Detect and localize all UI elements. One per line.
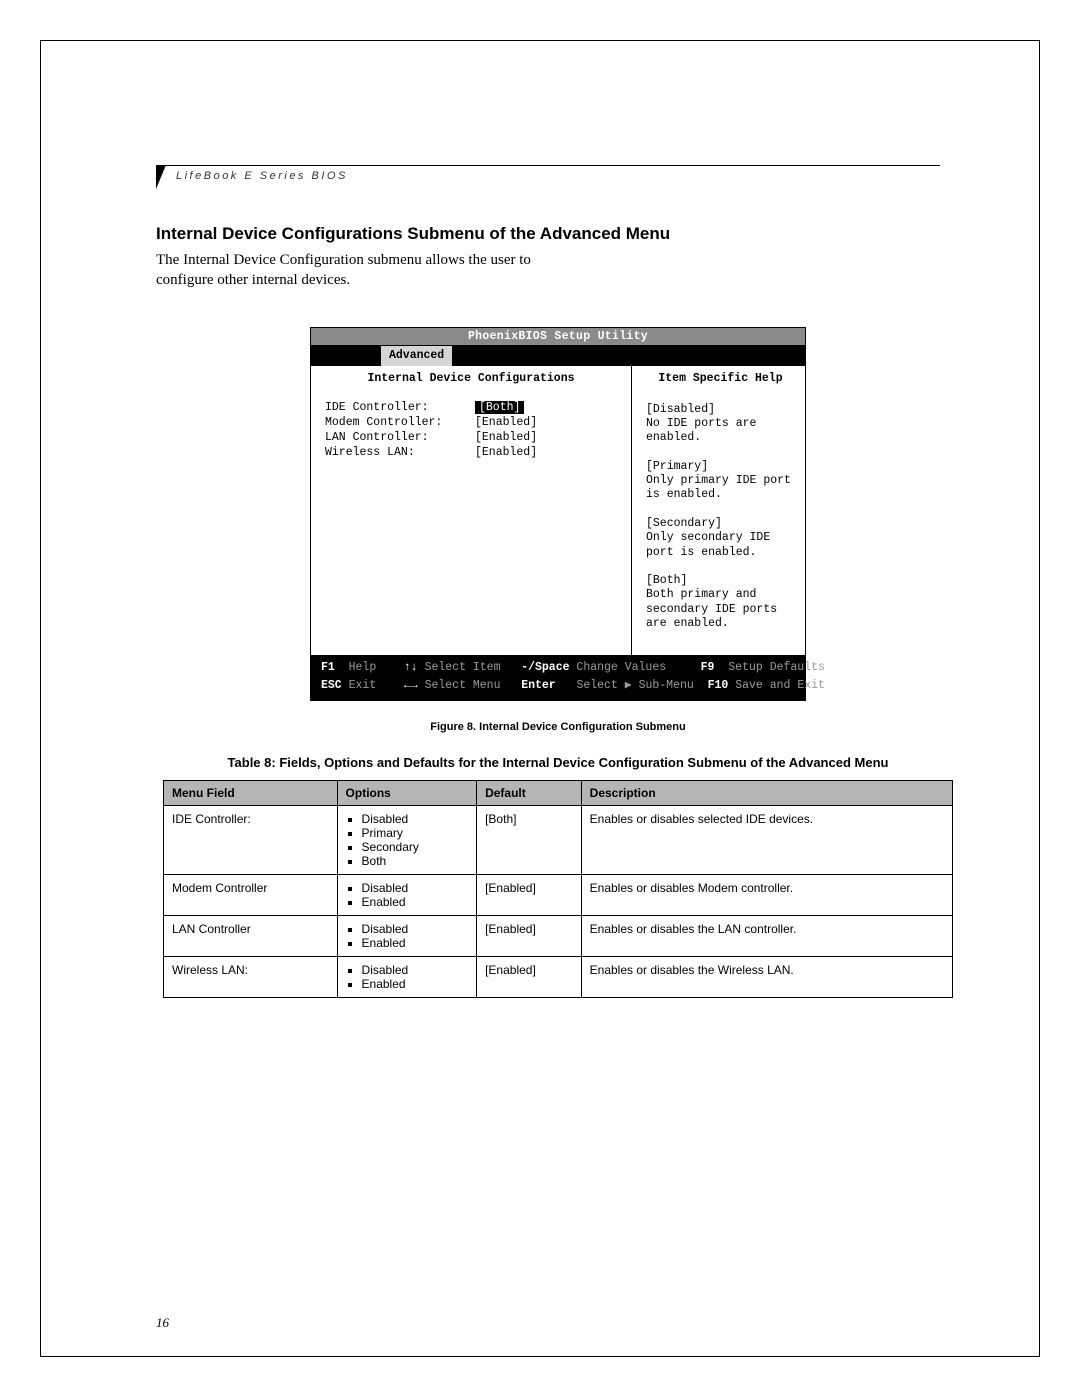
running-head: LifeBook E Series BIOS xyxy=(176,170,348,182)
bios-setting-label: Wireless LAN: xyxy=(325,446,475,459)
cell-default: [Both] xyxy=(477,805,582,874)
bios-help-title: Item Specific Help xyxy=(646,372,795,385)
page-number: 16 xyxy=(156,1315,169,1331)
table-header: Menu Field xyxy=(164,780,338,805)
bios-setting-row[interactable]: IDE Controller:[Both] xyxy=(325,401,621,414)
label-exit: Exit xyxy=(349,679,377,692)
table-header: Default xyxy=(477,780,582,805)
bios-footer: F1 Help ↑↓ Select Item -/Space Change Va… xyxy=(310,656,806,701)
cell-menu-field: Wireless LAN: xyxy=(164,956,338,997)
label-change-values: Change Values xyxy=(576,661,666,674)
bios-left-pane: Internal Device Configurations IDE Contr… xyxy=(311,366,632,656)
bios-help-option: [Secondary] xyxy=(646,517,795,531)
section-body-text: The Internal Device Configuration submen… xyxy=(156,250,576,291)
option-item: Secondary xyxy=(362,840,469,854)
bios-help-pane: Item Specific Help [Disabled]No IDE port… xyxy=(632,366,805,656)
key-f1: F1 xyxy=(321,661,335,674)
label-save-exit: Save and Exit xyxy=(735,679,825,692)
bios-setting-label: LAN Controller: xyxy=(325,431,475,444)
cell-menu-field: IDE Controller: xyxy=(164,805,338,874)
bios-subtitle: Internal Device Configurations xyxy=(311,366,631,401)
bios-setting-value[interactable]: [Enabled] xyxy=(475,446,537,459)
cell-description: Enables or disables the LAN controller. xyxy=(581,915,952,956)
key-f10: F10 xyxy=(708,679,729,692)
table-caption: Table 8: Fields, Options and Defaults fo… xyxy=(156,755,960,770)
table-row: LAN ControllerDisabledEnabled[Enabled]En… xyxy=(164,915,953,956)
cell-menu-field: Modem Controller xyxy=(164,874,338,915)
bios-setting-value[interactable]: [Enabled] xyxy=(475,416,537,429)
cell-options: DisabledEnabled xyxy=(337,874,477,915)
bios-setting-label: Modem Controller: xyxy=(325,416,475,429)
arrows-updown-icon: ↑↓ xyxy=(404,661,418,674)
menubar-spacer xyxy=(311,346,381,366)
bios-help-text: Only secondary IDE port is enabled. xyxy=(646,531,795,560)
table-header: Options xyxy=(337,780,477,805)
key-f9: F9 xyxy=(701,661,715,674)
arrows-leftright-icon: ←→ xyxy=(404,679,418,692)
cell-default: [Enabled] xyxy=(477,915,582,956)
figure-caption: Figure 8. Internal Device Configuration … xyxy=(156,721,960,733)
bios-help-block: [Secondary]Only secondary IDE port is en… xyxy=(646,517,795,560)
label-help: Help xyxy=(349,661,377,674)
options-table: Menu FieldOptionsDefaultDescription IDE … xyxy=(163,780,953,998)
bios-setting-row[interactable]: Wireless LAN:[Enabled] xyxy=(325,446,621,459)
bios-help-block: [Primary]Only primary IDE port is enable… xyxy=(646,460,795,503)
bios-setting-value[interactable]: [Both] xyxy=(475,401,524,414)
bios-help-option: [Both] xyxy=(646,574,795,588)
key-minus-space: -/Space xyxy=(521,661,569,674)
cell-default: [Enabled] xyxy=(477,874,582,915)
cell-options: DisabledEnabled xyxy=(337,956,477,997)
option-item: Primary xyxy=(362,826,469,840)
key-enter: Enter xyxy=(521,679,556,692)
label-setup-defaults: Setup Defaults xyxy=(728,661,825,674)
key-esc: ESC xyxy=(321,679,342,692)
cell-description: Enables or disables the Wireless LAN. xyxy=(581,956,952,997)
bios-setting-row[interactable]: LAN Controller:[Enabled] xyxy=(325,431,621,444)
bios-setting-label: IDE Controller: xyxy=(325,401,475,414)
bios-title-bar: PhoenixBIOS Setup Utility xyxy=(310,327,806,346)
table-row: IDE Controller:DisabledPrimarySecondaryB… xyxy=(164,805,953,874)
cell-default: [Enabled] xyxy=(477,956,582,997)
tab-advanced[interactable]: Advanced xyxy=(381,346,452,366)
label-select-menu: Select Menu xyxy=(425,679,501,692)
label-select-submenu: Select ▶ Sub-Menu xyxy=(576,679,693,692)
table-row: Modem ControllerDisabledEnabled[Enabled]… xyxy=(164,874,953,915)
bios-help-option: [Primary] xyxy=(646,460,795,474)
bios-help-option: [Disabled] xyxy=(646,403,795,417)
section-title: Internal Device Configurations Submenu o… xyxy=(156,224,960,244)
bios-help-block: [Both]Both primary and secondary IDE por… xyxy=(646,574,795,632)
label-select-item: Select Item xyxy=(425,661,501,674)
cell-description: Enables or disables Modem controller. xyxy=(581,874,952,915)
option-item: Enabled xyxy=(362,977,469,991)
header-rule xyxy=(156,165,940,166)
option-item: Disabled xyxy=(362,812,469,826)
bios-menubar[interactable]: Advanced xyxy=(310,346,806,366)
option-item: Disabled xyxy=(362,963,469,977)
table-row: Wireless LAN:DisabledEnabled[Enabled]Ena… xyxy=(164,956,953,997)
bios-help-text: Only primary IDE port is enabled. xyxy=(646,474,795,503)
cell-options: DisabledEnabled xyxy=(337,915,477,956)
bios-setting-value[interactable]: [Enabled] xyxy=(475,431,537,444)
bios-help-text: Both primary and secondary IDE ports are… xyxy=(646,588,795,631)
table-header: Description xyxy=(581,780,952,805)
option-item: Enabled xyxy=(362,936,469,950)
bios-window: PhoenixBIOS Setup Utility Advanced Inter… xyxy=(310,327,806,701)
header-wedge-icon xyxy=(156,165,166,189)
option-item: Disabled xyxy=(362,881,469,895)
option-item: Both xyxy=(362,854,469,868)
bios-setting-row[interactable]: Modem Controller:[Enabled] xyxy=(325,416,621,429)
option-item: Disabled xyxy=(362,922,469,936)
cell-description: Enables or disables selected IDE devices… xyxy=(581,805,952,874)
option-item: Enabled xyxy=(362,895,469,909)
cell-menu-field: LAN Controller xyxy=(164,915,338,956)
bios-help-block: [Disabled]No IDE ports are enabled. xyxy=(646,403,795,446)
cell-options: DisabledPrimarySecondaryBoth xyxy=(337,805,477,874)
bios-help-text: No IDE ports are enabled. xyxy=(646,417,795,446)
